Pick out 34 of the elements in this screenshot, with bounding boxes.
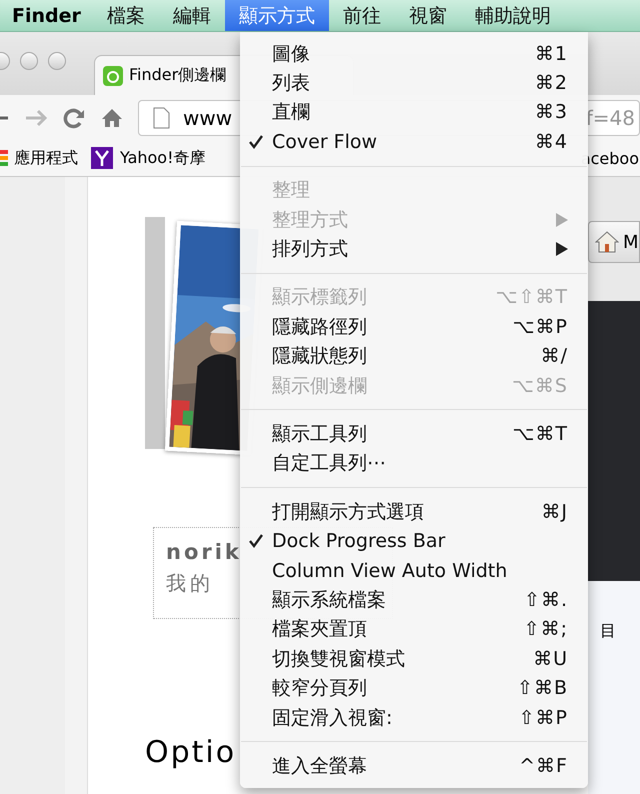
reload-icon[interactable] [62,106,86,130]
bookmark[interactable]: Yahoo!奇摩 [90,146,206,170]
menu-item[interactable]: 顯示系統檔案 ⇧⌘. [240,585,588,615]
menu-item[interactable]: 打開顯示方式選項 ⌘J [240,497,588,526]
menu-item[interactable]: 檔案夾置頂 ⇧⌘; [240,614,588,644]
menu-item[interactable]: 較窄分頁列 ⇧⌘B [240,673,588,703]
menu-title[interactable]: 輔助說明 [460,0,565,31]
app-menu[interactable]: Finder [0,0,93,31]
menu-item[interactable]: 自定工具列⋯ [240,448,588,478]
app-tab[interactable]: M [588,221,640,263]
menu-title[interactable]: 前往 [328,0,395,31]
menu-item[interactable]: 排列方式 [240,234,588,264]
window-button[interactable] [20,52,38,70]
menu-title[interactable]: 檔案 [92,0,159,31]
menu-item[interactable]: 隱藏狀態列 ⌘/ [240,342,588,371]
bookmark[interactable]: 應用程式 [0,146,78,170]
yahoo-logo-icon [90,146,114,170]
menu-item[interactable]: 直欄 ⌘3 [240,98,588,128]
window-button[interactable] [48,52,66,70]
menu-item[interactable]: 切換雙視窗模式 ⌘U [240,644,588,674]
site-favicon [103,66,123,86]
menu-item[interactable]: Dock Progress Bar [240,526,588,556]
menu-title[interactable]: 顯示方式 [224,0,329,31]
menu-item[interactable]: Column View Auto Width [240,556,588,586]
house-icon [595,230,619,254]
menu-title[interactable]: 編輯 [158,0,225,31]
menu-item[interactable]: 固定滑入視窗: ⇧⌘P [240,702,588,732]
menu-item[interactable]: 隱藏路徑列 ⌥⌘P [240,312,588,342]
menu-item[interactable]: 進入全螢幕 ^⌘F [240,751,588,781]
tab-title: Finder側邊欄 [129,65,226,86]
list-item[interactable]: 目 [588,621,616,640]
menu-item[interactable]: 顯示工具列 ⌥⌘T [240,419,588,449]
article-heading: Optio [145,735,236,770]
menu-title[interactable]: 視窗 [394,0,461,31]
